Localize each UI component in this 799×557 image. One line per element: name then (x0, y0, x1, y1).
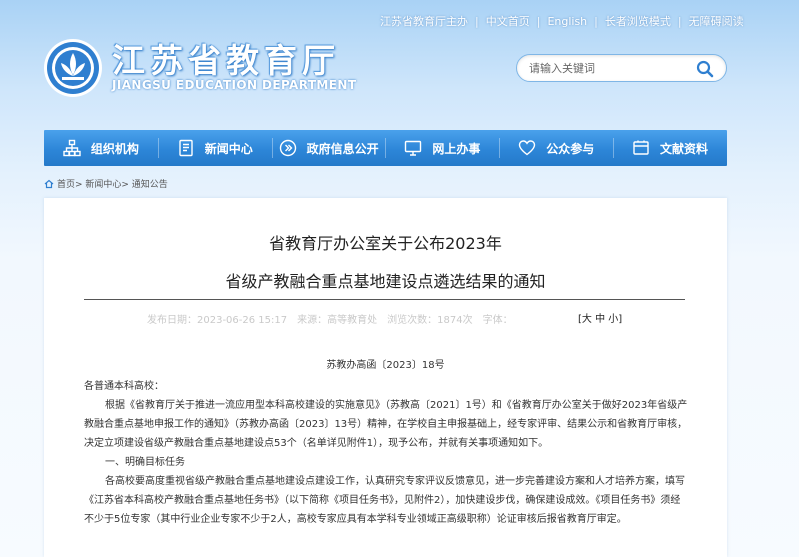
top-link-host: 江苏省教育厅主办 (380, 15, 468, 28)
nav-item-label: 政府信息公开 (306, 141, 379, 156)
separator: | (475, 14, 479, 28)
nav-item-documents[interactable]: 文献资料 (613, 130, 727, 166)
nav-item-organization[interactable]: 组织机构 (44, 130, 158, 166)
site-title-english: JIANGSU EDUCATION DEPARTMENT (112, 78, 357, 92)
breadcrumb: 首页> 新闻中心> 通知公告 (44, 177, 168, 190)
nav-item-label: 公众参与 (546, 141, 595, 156)
nav-item-public-participation[interactable]: 公众参与 (499, 130, 613, 166)
top-link-chinese-home[interactable]: 中文首页 (486, 13, 530, 29)
nav-item-label: 新闻中心 (204, 141, 253, 156)
org-chart-icon (63, 139, 81, 157)
breadcrumb-path[interactable]: 首页> 新闻中心> 通知公告 (57, 177, 168, 190)
home-icon (44, 179, 54, 188)
nav-item-news[interactable]: 新闻中心 (157, 130, 272, 166)
search-icon[interactable] (696, 60, 714, 78)
font-size-switch[interactable]: [大 中 小] (578, 310, 622, 325)
article-meta: 发布日期：2023-06-26 15:17 来源：高等教育处 浏览次数：1874… (147, 311, 523, 326)
article-body: 各普通本科高校： 根据《省教育厅关于推进一流应用型本科高校建设的实施意见》（苏教… (84, 377, 688, 529)
publish-date: 发布日期：2023-06-26 15:17 (147, 315, 288, 326)
top-links: 江苏省教育厅主办 | 中文首页 | English | 长者浏览模式 | 无障碍… (380, 13, 744, 29)
section-heading: 一、明确目标任务 (105, 457, 185, 468)
greeting: 各普通本科高校： (84, 381, 164, 392)
document-icon (179, 139, 193, 157)
nav-item-label: 网上办事 (432, 141, 481, 156)
nav-item-online-services[interactable]: 网上办事 (385, 130, 499, 166)
search-input[interactable] (529, 60, 689, 77)
main-nav: 组织机构 新闻中心 政府信息公开 网上办事 公众参与 文献资料 (44, 130, 727, 166)
nav-item-gov-info[interactable]: 政府信息公开 (271, 130, 386, 166)
nav-item-label: 文献资料 (660, 141, 709, 156)
title-divider (84, 299, 685, 300)
department-logo-icon[interactable] (43, 38, 103, 98)
font-label: 字体： (482, 315, 513, 326)
search-box (516, 54, 727, 82)
monitor-icon (405, 140, 422, 156)
separator: | (677, 14, 682, 28)
heart-icon (519, 140, 536, 156)
separator: | (594, 14, 598, 28)
article-title-line1: 省教育厅办公室关于公布2023年 (269, 234, 502, 253)
view-count: 浏览次数：1874次 (387, 315, 473, 326)
document-number: 苏教办高函〔2023〕18号 (326, 360, 445, 371)
article-panel: 省教育厅办公室关于公布2023年 省级产教融合重点基地建设点遴选结果的通知 发布… (44, 198, 727, 557)
article-source: 来源：高等教育处 (297, 315, 378, 326)
top-link-english[interactable]: English (547, 15, 587, 28)
book-icon (633, 140, 649, 155)
top-link-elder-mode[interactable]: 长者浏览模式 (605, 13, 671, 29)
paragraph: 根据《省教育厅关于推进一流应用型本科高校建设的实施意见》（苏教高〔2021〕1号… (84, 400, 688, 449)
separator: | (536, 14, 541, 28)
article-title-line2: 省级产教融合重点基地建设点遴选结果的通知 (225, 272, 546, 291)
paragraph: 各高校要高度重视省级产教融合重点基地建设点建设工作，认真研究专家评议反馈意见，进… (84, 476, 685, 525)
top-link-accessibility[interactable]: 无障碍阅读 (689, 13, 744, 29)
site-title[interactable]: 江苏省教育厅 (112, 34, 340, 82)
chevron-circle-icon (279, 139, 296, 157)
nav-item-label: 组织机构 (90, 141, 139, 156)
